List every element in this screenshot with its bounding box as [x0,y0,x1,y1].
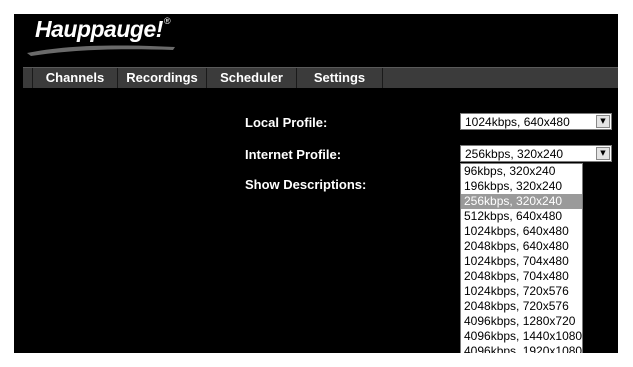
hauppauge-logo: Hauppauge! [35,16,163,42]
chevron-down-icon[interactable]: ▼ [596,115,610,128]
dropdown-option[interactable]: 1024kbps, 720x576 [461,284,582,299]
header: Hauppauge! ® [14,14,618,66]
dropdown-option[interactable]: 4096kbps, 1440x1080 [461,329,582,344]
dropdown-option[interactable]: 512kbps, 640x480 [461,209,582,224]
nav-spacer [23,68,33,88]
local-profile-value: 1024kbps, 640x480 [465,115,570,129]
internet-profile-label: Internet Profile: [245,147,342,162]
chevron-down-icon[interactable]: ▼ [596,147,610,160]
dropdown-option[interactable]: 4096kbps, 1280x720 [461,314,582,329]
internet-profile-dropdown: 96kbps, 320x240 196kbps, 320x240 256kbps… [460,163,583,353]
dropdown-option[interactable]: 4096kbps, 1920x1080 [461,344,582,353]
logo-swoosh-icon [27,45,175,56]
dropdown-option[interactable]: 2048kbps, 704x480 [461,269,582,284]
dropdown-option[interactable]: 196kbps, 320x240 [461,179,582,194]
tab-scheduler[interactable]: Scheduler [207,68,297,88]
local-profile-label: Local Profile: [245,115,328,130]
dropdown-option[interactable]: 1024kbps, 640x480 [461,224,582,239]
local-profile-select[interactable]: 1024kbps, 640x480 ▼ [460,113,612,130]
tab-channels[interactable]: Channels [33,68,118,88]
main-nav: Channels Recordings Scheduler Settings [23,67,618,88]
tab-recordings[interactable]: Recordings [118,68,207,88]
dropdown-option[interactable]: 2048kbps, 640x480 [461,239,582,254]
tab-settings[interactable]: Settings [297,68,383,88]
internet-profile-select[interactable]: 256kbps, 320x240 ▼ [460,145,612,162]
dropdown-option[interactable]: 1024kbps, 704x480 [461,254,582,269]
app-frame: Hauppauge! ® Channels Recordings Schedul… [14,14,618,353]
registered-mark: ® [164,16,171,26]
show-descriptions-label: Show Descriptions: [245,177,367,192]
dropdown-option-highlighted[interactable]: 256kbps, 320x240 [461,194,582,209]
dropdown-option[interactable]: 96kbps, 320x240 [461,164,582,179]
dropdown-option[interactable]: 2048kbps, 720x576 [461,299,582,314]
internet-profile-value: 256kbps, 320x240 [465,147,564,161]
